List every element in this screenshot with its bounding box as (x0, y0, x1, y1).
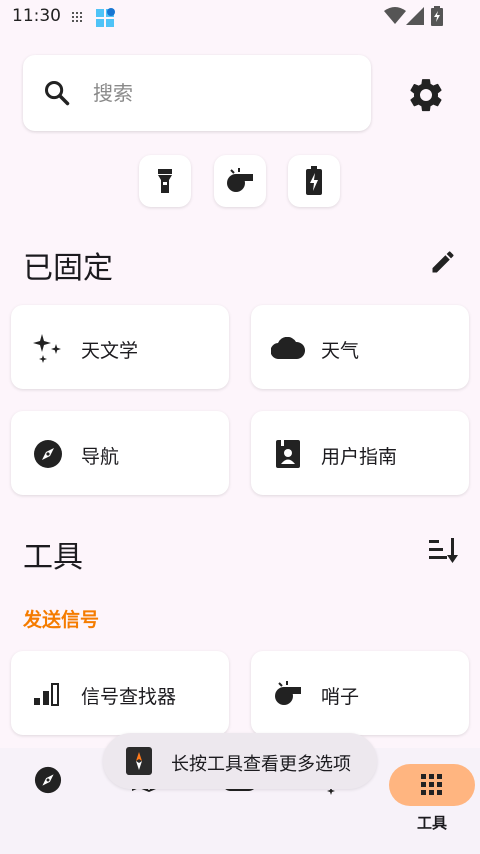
battery-charging-icon (306, 166, 322, 195)
compass-icon (31, 437, 65, 471)
search-bar[interactable] (23, 55, 371, 131)
status-time: 11:30 (12, 6, 61, 26)
nav-navigation[interactable] (18, 760, 78, 840)
grid-icon (421, 774, 442, 795)
app-badge-icon (96, 8, 115, 27)
gear-icon (410, 79, 442, 112)
compass-icon (18, 760, 78, 800)
app-logo-icon (126, 747, 152, 775)
wifi-icon (384, 7, 406, 24)
tile-astronomy[interactable]: 天文学 (11, 305, 229, 389)
cloud-icon (271, 331, 305, 365)
pinned-section-title: 已固定 (23, 251, 113, 286)
whistle-icon (271, 677, 305, 711)
signal-bars-icon (31, 677, 65, 711)
tile-label: 导航 (81, 446, 120, 468)
tile-label: 哨子 (321, 686, 360, 708)
sort-tools-button[interactable] (425, 532, 461, 568)
tile-label: 天文学 (81, 340, 139, 362)
tile-whistle[interactable]: 哨子 (251, 651, 469, 735)
tile-weather[interactable]: 天气 (251, 305, 469, 389)
edit-pinned-button[interactable] (425, 244, 461, 280)
search-icon (44, 80, 70, 106)
battery-button[interactable] (288, 155, 340, 207)
sort-icon (429, 538, 458, 563)
toast-message: 长按工具查看更多选项 (103, 733, 377, 789)
pencil-icon (432, 251, 454, 273)
battery-icon (431, 6, 443, 26)
app-notification-icon (72, 12, 82, 22)
settings-button[interactable] (406, 75, 446, 115)
tile-label: 天气 (321, 340, 360, 362)
nav-tools[interactable] (389, 764, 475, 806)
toast-text: 长按工具查看更多选项 (171, 754, 351, 775)
flashlight-button[interactable] (139, 155, 191, 207)
tile-navigation[interactable]: 导航 (11, 411, 229, 495)
cellular-signal-icon (406, 7, 424, 25)
whistle-button[interactable] (214, 155, 266, 207)
nav-tools-label: 工具 (416, 814, 447, 832)
whistle-icon (227, 168, 253, 192)
flashlight-icon (158, 169, 172, 193)
tile-signal-finder[interactable]: 信号查找器 (11, 651, 229, 735)
user-guide-icon (271, 437, 305, 471)
category-signaling: 发送信号 (23, 609, 100, 631)
tile-label: 用户指南 (321, 446, 398, 468)
sparkles-icon (31, 331, 65, 365)
tools-section-title: 工具 (23, 540, 83, 575)
tile-user-guide[interactable]: 用户指南 (251, 411, 469, 495)
search-input[interactable] (93, 75, 353, 111)
status-bar: 11:30 (0, 0, 480, 34)
tile-label: 信号查找器 (81, 686, 177, 708)
